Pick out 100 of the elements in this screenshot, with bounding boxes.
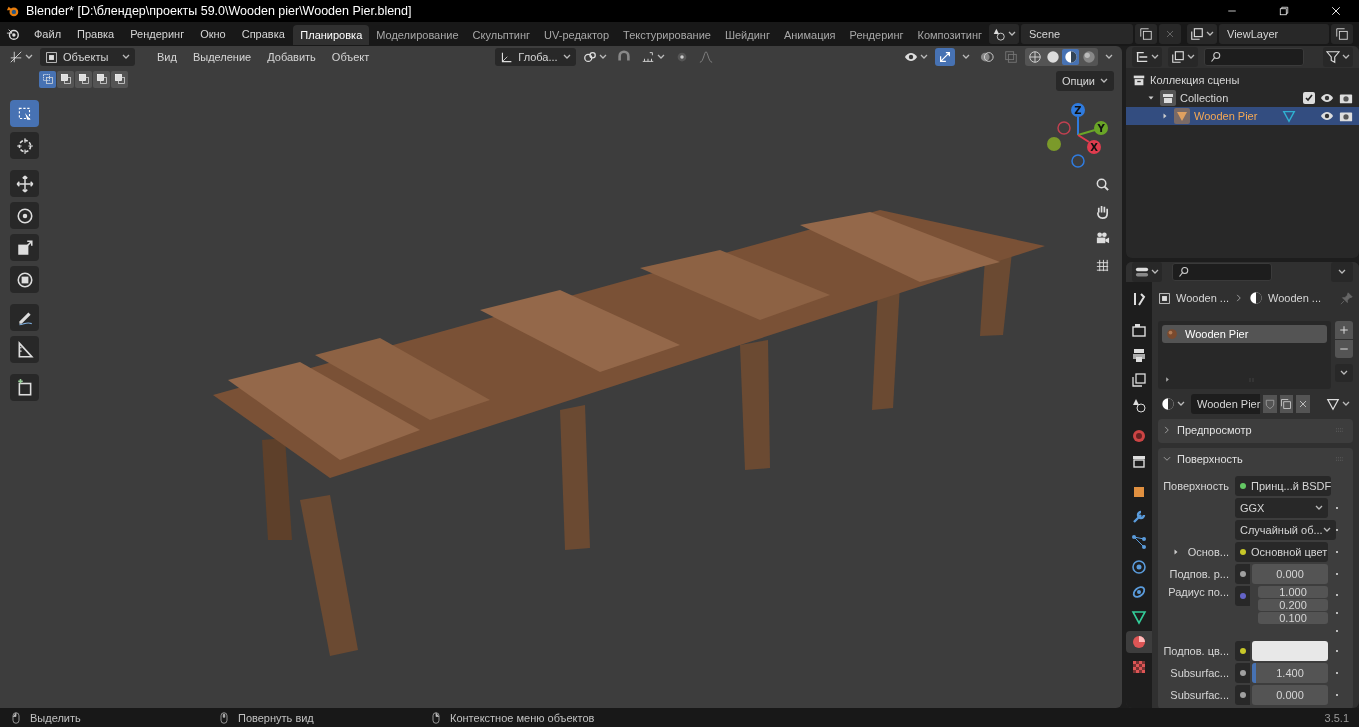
search-field[interactable] (1204, 48, 1304, 66)
select-mode-button[interactable] (93, 70, 110, 88)
menu-item[interactable]: Рендеринг (122, 25, 193, 43)
menu-item[interactable]: Окно (192, 25, 234, 43)
outliner-row[interactable]: Коллекция сцены (1126, 71, 1359, 89)
tool-button[interactable] (10, 100, 39, 127)
camera-back-icon (1131, 322, 1147, 338)
caret-icon (962, 54, 970, 60)
checkbox[interactable] (1303, 92, 1315, 104)
shading-button[interactable] (1026, 49, 1043, 65)
orientation-dropdown[interactable]: Глоба... (495, 48, 576, 66)
unlink-button[interactable] (1296, 395, 1310, 413)
new-scene-button[interactable] (1135, 24, 1157, 44)
duplicate-icon (1335, 27, 1349, 41)
eye-icon[interactable] (1320, 109, 1334, 123)
number-field[interactable]: 0.000 (1252, 564, 1328, 584)
duplicate-button[interactable] (1279, 395, 1294, 413)
socket-button[interactable] (1235, 641, 1250, 661)
scene-field[interactable]: Scene (1021, 24, 1133, 44)
blender-logo-icon[interactable] (6, 27, 20, 41)
socket-button[interactable] (1235, 663, 1250, 683)
outliner-row[interactable]: Collection (1126, 89, 1359, 107)
dropdown[interactable]: GGX (1235, 498, 1328, 518)
workspace-tab[interactable]: Шейдинг (717, 25, 777, 45)
editor-type-button[interactable] (1132, 262, 1162, 282)
material-slot[interactable]: Wooden Pier (1162, 325, 1327, 343)
select-mode-button[interactable] (75, 70, 92, 88)
menu-item[interactable]: Правка (69, 25, 123, 43)
workspace-tab[interactable]: Рендеринг (842, 25, 911, 45)
filter-button[interactable] (1323, 47, 1353, 67)
mode-dropdown[interactable]: Объекты (40, 48, 135, 66)
tool-button[interactable] (10, 336, 39, 363)
eye-icon[interactable] (1320, 91, 1334, 105)
properties-tab[interactable] (1126, 631, 1152, 653)
add-slot-button[interactable] (1335, 321, 1353, 339)
search-field[interactable] (1172, 263, 1272, 281)
number-field[interactable]: 1.000 (1258, 586, 1328, 598)
view-layer-selector[interactable] (1187, 24, 1217, 44)
color-swatch[interactable] (1252, 641, 1328, 661)
number-field[interactable]: 0.000 (1252, 685, 1328, 705)
new-view-layer-button[interactable] (1331, 24, 1353, 44)
collapsed-triangle-icon[interactable] (1171, 548, 1180, 556)
menu-item[interactable]: Выделение (186, 49, 258, 65)
workspace-tab[interactable]: Текстурирование (616, 25, 718, 45)
socket-link-field[interactable]: Основной цвет (1235, 542, 1328, 562)
material-name-field[interactable]: Wooden Pier (1191, 394, 1261, 414)
slot-menu-button[interactable] (1335, 364, 1353, 382)
axis-handle[interactable]: X (1087, 140, 1101, 154)
slider-field[interactable]: 1.400 (1252, 663, 1328, 683)
menu-item[interactable]: Справка (233, 25, 293, 43)
dropdown[interactable]: Случайный об... (1235, 520, 1336, 540)
tool-button[interactable] (10, 202, 39, 229)
axis-handle[interactable] (1057, 121, 1071, 135)
socket-link-field[interactable]: Принц...й BSDF (1235, 476, 1332, 496)
tool-button[interactable] (10, 234, 39, 261)
menu-item[interactable]: Добавить (261, 49, 322, 65)
view-layer-field[interactable]: ViewLayer (1219, 24, 1329, 44)
number-field[interactable]: 0.200 (1258, 599, 1328, 611)
select-mode-button[interactable] (111, 70, 128, 88)
search-icon (1178, 266, 1190, 278)
menu-item[interactable]: Файл (26, 25, 70, 43)
tool-button[interactable] (10, 132, 39, 159)
remove-slot-button[interactable] (1335, 340, 1353, 358)
caret-icon (1340, 370, 1348, 376)
outliner-row[interactable]: Wooden Pier (1126, 107, 1359, 125)
tool-button[interactable] (10, 170, 39, 197)
axis-handle[interactable] (1071, 154, 1085, 168)
axis-handle[interactable]: Y (1094, 121, 1108, 135)
socket-button[interactable] (1235, 564, 1250, 584)
collapsed-triangle-icon[interactable] (1164, 376, 1171, 383)
workspace-tab[interactable]: Композитинг (910, 25, 989, 45)
options-dropdown[interactable]: Опции (1055, 71, 1114, 91)
workspace-tab[interactable]: Анимация (776, 25, 843, 45)
scene-selector[interactable] (989, 24, 1019, 44)
workspace-tab[interactable]: Планировка (293, 25, 370, 45)
gizmo-toggle[interactable] (935, 48, 955, 66)
axis-handle[interactable]: Z (1071, 103, 1085, 117)
tool-button[interactable] (10, 304, 39, 331)
options-dropdown[interactable] (1331, 262, 1353, 282)
workspace-tab[interactable]: UV-редактор (537, 25, 617, 45)
workspace-tab[interactable]: Скульптинг (465, 25, 538, 45)
panel-header[interactable]: Предпросмотр (1162, 421, 1347, 439)
shading-button[interactable] (1044, 49, 1061, 65)
axis-handle[interactable] (1047, 137, 1061, 151)
editor-type-button[interactable] (1132, 47, 1162, 67)
menu-item[interactable]: Объект (325, 49, 376, 65)
select-mode-button[interactable] (39, 70, 56, 88)
shading-button[interactable] (1062, 49, 1079, 65)
duplicate-icon (1139, 27, 1153, 41)
tool-button[interactable] (10, 266, 39, 293)
collapsed-triangle-icon[interactable] (1161, 112, 1169, 120)
menu-item[interactable]: Вид (151, 49, 183, 65)
tool-button[interactable] (10, 374, 39, 401)
expanded-triangle-icon[interactable] (1147, 94, 1155, 102)
workspace-tab[interactable]: Моделирование (369, 25, 466, 45)
select-mode-button[interactable] (57, 70, 74, 88)
socket-button[interactable] (1235, 685, 1250, 705)
number-field[interactable]: 0.100 (1258, 612, 1328, 624)
display-mode-button[interactable] (1168, 47, 1198, 67)
panel-header[interactable]: Поверхность (1162, 450, 1347, 468)
